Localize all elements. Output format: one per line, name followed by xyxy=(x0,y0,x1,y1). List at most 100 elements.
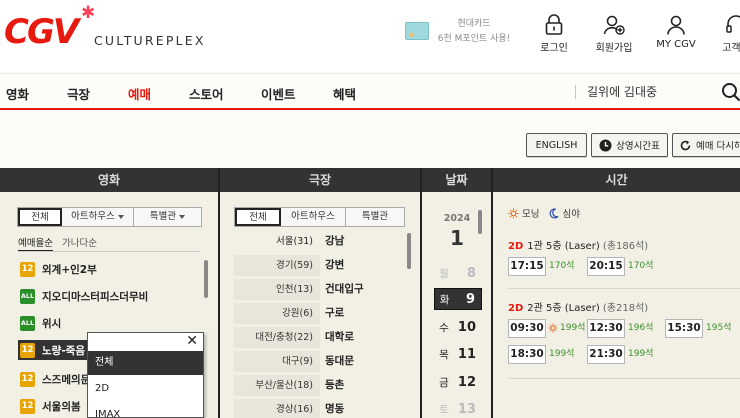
logo-subtitle: CULTUREPLEX xyxy=(94,33,206,48)
sort-divider xyxy=(18,251,200,252)
nav-divider xyxy=(575,85,576,99)
english-button[interactable]: ENGLISH xyxy=(526,133,587,157)
region-item[interactable]: 강원(6) xyxy=(234,303,320,324)
customer-center-link[interactable]: 고객센 xyxy=(710,14,740,54)
person-icon xyxy=(667,15,685,35)
movie-title: 외계+인2부 xyxy=(42,263,97,276)
format-option-2d[interactable]: 2D xyxy=(88,377,203,401)
remaining-seats: 199석 xyxy=(560,323,586,333)
nav-event[interactable]: 이벤트 xyxy=(261,84,296,103)
customer-center-label: 고객센 xyxy=(722,43,740,54)
search-input[interactable]: 길위에 김대중 xyxy=(587,83,657,100)
theater-item[interactable]: 건대입구 xyxy=(325,279,364,300)
nav-theater[interactable]: 극장 xyxy=(67,84,90,103)
nav-store[interactable]: 스토어 xyxy=(189,84,224,103)
search-icon[interactable] xyxy=(721,82,740,102)
theater-scrollbar[interactable] xyxy=(407,233,411,269)
rating-12-badge: 12 xyxy=(20,398,35,414)
format-option-all[interactable]: 전체 xyxy=(88,351,203,375)
nav-movie[interactable]: 영화 xyxy=(6,84,29,103)
region-item[interactable]: 인천(13) xyxy=(234,279,320,300)
movie-list-item-selected[interactable]: 12 노량-죽음 xyxy=(18,340,98,360)
date-number: 12 xyxy=(457,374,476,390)
theater-tab-special[interactable]: 특별관 xyxy=(346,208,404,226)
theater-item[interactable]: 등촌 xyxy=(325,375,344,396)
date-number: 8 xyxy=(466,265,476,281)
showtime-button[interactable]: 12:30 xyxy=(587,319,625,338)
cgv-logo[interactable]: CGV xyxy=(4,12,79,52)
movie-tab-special[interactable]: 특별관 xyxy=(134,208,201,226)
signup-link[interactable]: 회원가입 xyxy=(588,14,640,54)
movie-list-item[interactable]: 12 서울의봄 xyxy=(20,396,81,416)
showtime-button[interactable]: 18:30 xyxy=(508,345,546,364)
theater-tab-all[interactable]: 전체 xyxy=(235,208,281,226)
movie-tab-special-label: 특별관 xyxy=(149,211,177,222)
promo-banner[interactable]: 현대카드 6천 M포인트 사용! xyxy=(434,17,514,47)
date-item[interactable]: 금 12 xyxy=(434,371,482,393)
theater-item[interactable]: 대학로 xyxy=(325,327,354,348)
schedule-button[interactable]: 상영시간표 xyxy=(591,133,668,157)
date-weekday: 수 xyxy=(439,321,449,334)
region-item[interactable]: 대전/충청(22) xyxy=(234,327,320,348)
format-option-imax[interactable]: IMAX xyxy=(88,403,203,418)
movie-scrollbar[interactable] xyxy=(204,260,208,298)
remaining-seats: 199석 xyxy=(628,349,654,359)
showtime-button[interactable]: 21:30 xyxy=(587,345,625,364)
close-icon[interactable]: ✕ xyxy=(186,333,198,349)
login-link[interactable]: 로그인 xyxy=(528,14,580,54)
theater-item[interactable]: 동대문 xyxy=(325,351,354,372)
date-item[interactable]: 수 10 xyxy=(434,316,482,338)
column-divider xyxy=(420,168,422,418)
date-item[interactable]: 토 13 xyxy=(434,398,482,418)
headset-icon xyxy=(726,15,740,33)
movie-tab-arthouse[interactable]: 아트하우스 xyxy=(62,208,134,226)
mycgv-link[interactable]: MY CGV xyxy=(650,14,702,50)
movie-title: 스즈메의문 xyxy=(42,373,91,386)
region-item[interactable]: 부산/울산(18) xyxy=(234,375,320,396)
theater-item[interactable]: 강남 xyxy=(325,231,344,252)
remaining-seats: 199석 xyxy=(549,349,575,359)
region-item[interactable]: 경기(59) xyxy=(234,255,320,276)
showtime-button[interactable]: 17:15 xyxy=(508,257,546,276)
movie-list-item[interactable]: ALL 위시 xyxy=(20,313,61,333)
movie-list-item[interactable]: ALL 지오디마스터피스더무비 xyxy=(20,286,148,306)
legend-morning: 모닝 xyxy=(522,209,540,220)
movie-title: 노량-죽음 xyxy=(42,344,85,357)
theater-item[interactable]: 명동 xyxy=(325,399,344,418)
movie-list-item[interactable]: 12 스즈메의문 xyxy=(20,369,90,389)
screen-header: 2D 2관 5층 (Laser) (총218석) xyxy=(508,299,648,314)
date-item[interactable]: 목 11 xyxy=(434,343,482,365)
refresh-icon xyxy=(680,140,691,150)
remaining-seats: 170석 xyxy=(628,261,654,271)
theater-tab-arthouse[interactable]: 아트하우스 xyxy=(281,208,346,226)
nav-benefit[interactable]: 혜택 xyxy=(333,84,356,103)
theater-item[interactable]: 강변 xyxy=(325,255,344,276)
reset-booking-button[interactable]: 예매 다시하 xyxy=(672,133,740,157)
remaining-seats: 195석 xyxy=(706,323,732,333)
nav-booking[interactable]: 예매 xyxy=(128,84,151,103)
screen-total-seats: (총218석) xyxy=(602,303,649,314)
showtime-button[interactable]: 09:30 xyxy=(508,319,546,338)
movie-sort: 예매율순 가나다순 xyxy=(18,235,97,252)
main-nav: 영화 극장 예매 스토어 이벤트 혜택 길위에 김대중 xyxy=(0,73,740,110)
region-item[interactable]: 대구(9) xyxy=(234,351,320,372)
date-item-selected[interactable]: 화 9 xyxy=(434,288,482,310)
movie-tab-all[interactable]: 전체 xyxy=(18,208,62,226)
reset-booking-label: 예매 다시하 xyxy=(696,141,740,152)
movie-title: 지오디마스터피스더무비 xyxy=(42,290,149,303)
remaining-seats: 170석 xyxy=(549,261,575,271)
movie-list-item[interactable]: 12 외계+인2부 xyxy=(20,259,97,279)
showtime-button[interactable]: 20:15 xyxy=(587,257,625,276)
sort-by-rate[interactable]: 예매율순 xyxy=(18,238,53,252)
sort-by-name[interactable]: 가나다순 xyxy=(62,238,97,249)
showtime-button[interactable]: 15:30 xyxy=(665,319,703,338)
date-scrollbar[interactable] xyxy=(478,210,482,234)
date-weekday: 금 xyxy=(439,376,449,389)
movie-filter-tabs: 전체 아트하우스 특별관 xyxy=(17,207,202,227)
region-item[interactable]: 경상(16) xyxy=(234,399,320,418)
theater-item[interactable]: 구로 xyxy=(325,303,344,324)
rating-all-badge: ALL xyxy=(20,315,35,331)
date-item[interactable]: 월 8 xyxy=(434,262,482,284)
credit-card-icon[interactable] xyxy=(405,22,429,40)
region-item-selected[interactable]: 서울(31) xyxy=(234,231,320,252)
